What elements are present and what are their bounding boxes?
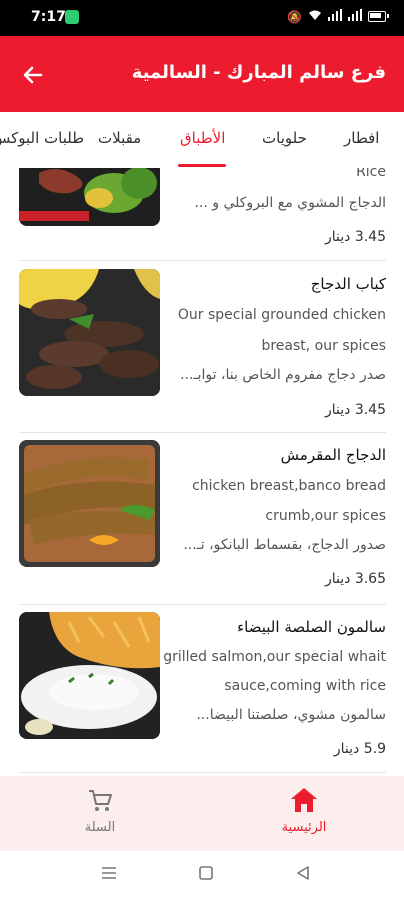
dish-price: 3.45 دينار [324, 402, 386, 418]
dish-price: 3.65 دينار [324, 571, 386, 587]
dish-name: الدجاج المقرمش [280, 446, 386, 464]
back-button[interactable] [18, 60, 48, 90]
dish-desc-line: Our special grounded chicken [177, 307, 386, 323]
dish-desc-line: grilled salmon,our special whait [163, 649, 386, 665]
dish-desc-line: breast, our spices [261, 338, 386, 354]
app-bar: فرع سالم المبارك - السالمية [0, 36, 404, 112]
tab-appetizers[interactable]: مقبلات [98, 129, 141, 147]
battery-icon [368, 11, 389, 22]
signal-2-icon [348, 9, 362, 24]
dish-price: 3.45 دينار [324, 229, 386, 245]
list-item[interactable]: الدجاج المقرمش chicken breast,banco brea… [0, 440, 404, 600]
menu-icon [102, 867, 116, 879]
dish-desc-line: crumb,our spices [265, 508, 386, 524]
arrow-left-icon [23, 66, 43, 84]
nav-cart-label: السلة [84, 820, 116, 835]
status-time: 7:17 [31, 9, 66, 25]
notification-icon [65, 10, 79, 24]
status-bar: 7:17 🔕 [0, 0, 404, 36]
signal-icon [328, 9, 342, 24]
dish-desc-line: الدجاج المشوي مع البروكلي و ... [194, 195, 386, 211]
list-item[interactable]: سالمون الصلصة البيضاء grilled salmon,our… [0, 612, 404, 772]
mute-icon: 🔕 [287, 9, 302, 24]
nav-home-label: الرئيسية [281, 820, 327, 835]
list-item[interactable]: Rice الدجاج المشوي مع البروكلي و ... 3.4… [0, 168, 404, 253]
home-system-button[interactable] [198, 865, 214, 885]
tab-desserts[interactable]: حلويات [262, 129, 307, 147]
page-title: فرع سالم المبارك - السالمية [131, 62, 386, 83]
category-tabs: افطار حلويات الأطباق مقبلات طلبات البوكس [0, 112, 404, 169]
tab-box-orders[interactable]: طلبات البوكس [0, 129, 84, 147]
system-nav-bar [0, 851, 404, 900]
dish-image [19, 168, 160, 226]
divider [19, 260, 386, 261]
home-icon [291, 788, 317, 812]
dish-desc-line: صدر دجاج مفروم الخاص بنا، توابـ... [180, 367, 386, 383]
dish-desc-line: Rice [356, 168, 386, 180]
dish-name: سالمون الصلصة البيضاء [237, 618, 386, 636]
nav-home[interactable]: الرئيسية [244, 786, 364, 835]
dish-image [19, 440, 160, 567]
triangle-back-icon [297, 866, 309, 880]
tab-breakfast[interactable]: افطار [344, 129, 379, 147]
recent-apps-button[interactable] [101, 865, 117, 885]
dish-desc-line: chicken breast,banco bread [192, 478, 386, 494]
dish-image [19, 612, 160, 739]
back-system-button[interactable] [295, 865, 311, 885]
dish-name: كباب الدجاج [310, 275, 386, 293]
dish-image [19, 269, 160, 396]
dish-price: 5.9 دينار [333, 741, 386, 757]
divider [19, 772, 386, 773]
bottom-nav: الرئيسية السلة [0, 776, 404, 851]
divider [19, 432, 386, 433]
dish-desc-line: sauce,coming with rice [224, 678, 386, 694]
divider [19, 604, 386, 605]
menu-list: Rice الدجاج المشوي مع البروكلي و ... 3.4… [0, 168, 404, 776]
dish-desc-line: صدور الدجاج، بقسماط البانكو، تـ... [183, 537, 386, 553]
nav-cart[interactable]: السلة [40, 786, 160, 835]
status-icons: 🔕 [287, 9, 389, 24]
dish-desc-line: سالمون مشوي، صلصتنا البيضا... [196, 707, 386, 723]
list-item[interactable]: كباب الدجاج Our special grounded chicken… [0, 269, 404, 429]
active-tab-indicator [178, 164, 226, 167]
cart-icon [89, 790, 112, 811]
tab-dishes[interactable]: الأطباق [180, 129, 225, 147]
square-icon [199, 866, 213, 880]
wifi-icon [308, 9, 322, 24]
